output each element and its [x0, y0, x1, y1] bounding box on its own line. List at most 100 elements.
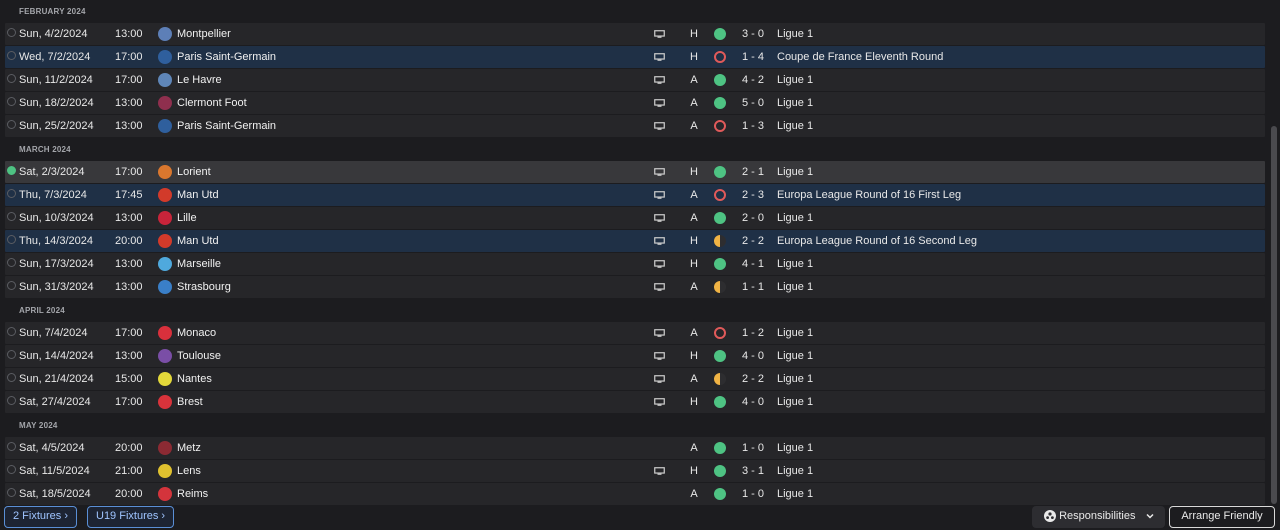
venue-indicator: A	[690, 442, 698, 454]
competition-name[interactable]: Ligue 1	[777, 207, 813, 229]
fixture-row[interactable]: Sun, 4/2/2024 13:00 Montpellier H 3 - 0 Ligue…	[5, 23, 1265, 45]
opponent-name[interactable]: Lorient	[177, 161, 211, 183]
check-icon[interactable]	[7, 51, 16, 60]
fixture-row[interactable]: Sat, 4/5/2024 20:00 Metz A 1 - 0 Ligue 1	[5, 437, 1265, 459]
competition-name[interactable]: Ligue 1	[777, 322, 813, 344]
match-score[interactable]: 1 - 0	[733, 437, 773, 459]
check-icon[interactable]	[7, 350, 16, 359]
competition-name[interactable]: Europa League Round of 16 Second Leg	[777, 230, 977, 252]
competition-name[interactable]: Europa League Round of 16 First Leg	[777, 184, 961, 206]
match-score[interactable]: 1 - 2	[733, 322, 773, 344]
match-score[interactable]: 2 - 2	[733, 230, 773, 252]
fixture-row[interactable]: Sun, 10/3/2024 13:00 Lille A 2 - 0 Ligue 1	[5, 207, 1265, 229]
opponent-name[interactable]: Monaco	[177, 322, 216, 344]
scrollbar-track[interactable]	[1270, 0, 1278, 505]
opponent-name[interactable]: Paris Saint-Germain	[177, 46, 276, 68]
opponent-name[interactable]: Brest	[177, 391, 203, 413]
opponent-name[interactable]: Man Utd	[177, 230, 219, 252]
match-score[interactable]: 1 - 4	[733, 46, 773, 68]
competition-name[interactable]: Ligue 1	[777, 253, 813, 275]
check-icon[interactable]	[7, 442, 16, 451]
check-icon[interactable]	[7, 373, 16, 382]
venue-indicator: A	[690, 212, 698, 224]
match-score[interactable]: 1 - 3	[733, 115, 773, 137]
check-icon[interactable]	[7, 465, 16, 474]
fixture-row[interactable]: Sun, 14/4/2024 13:00 Toulouse H 4 - 0 Ligue 1	[5, 345, 1265, 367]
opponent-name[interactable]: Clermont Foot	[177, 92, 247, 114]
opponent-name[interactable]: Metz	[177, 437, 201, 459]
responsibilities-button[interactable]: Responsibilities	[1032, 506, 1165, 528]
match-score[interactable]: 1 - 1	[733, 276, 773, 298]
opponent-name[interactable]: Man Utd	[177, 184, 219, 206]
match-score[interactable]: 4 - 0	[733, 345, 773, 367]
match-score[interactable]: 3 - 1	[733, 460, 773, 482]
fixture-row[interactable]: Thu, 14/3/2024 20:00 Man Utd H 2 - 2 Europa L…	[5, 230, 1265, 252]
check-icon[interactable]	[7, 189, 16, 198]
opponent-name[interactable]: Montpellier	[177, 23, 231, 45]
arrange-friendly-button[interactable]: Arrange Friendly	[1169, 506, 1275, 528]
fixture-row[interactable]: Sun, 31/3/2024 13:00 Strasbourg A 1 - 1 Ligue…	[5, 276, 1265, 298]
fixture-row[interactable]: Sat, 18/5/2024 20:00 Reims A 1 - 0 Ligue 1	[5, 483, 1265, 505]
match-score[interactable]: 4 - 2	[733, 69, 773, 91]
opponent-name[interactable]: Reims	[177, 483, 208, 505]
match-score[interactable]: 5 - 0	[733, 92, 773, 114]
competition-name[interactable]: Coupe de France Eleventh Round	[777, 46, 943, 68]
opponent-name[interactable]: Le Havre	[177, 69, 222, 91]
fixture-row[interactable]: Sat, 11/5/2024 21:00 Lens H 3 - 1 Ligue 1	[5, 460, 1265, 482]
match-score[interactable]: 3 - 0	[733, 23, 773, 45]
match-score[interactable]: 2 - 0	[733, 207, 773, 229]
fixture-row[interactable]: Sun, 11/2/2024 17:00 Le Havre A 4 - 2 Ligue 1	[5, 69, 1265, 91]
match-score[interactable]: 2 - 2	[733, 368, 773, 390]
opponent-name[interactable]: Lille	[177, 207, 197, 229]
competition-name[interactable]: Ligue 1	[777, 391, 813, 413]
fixture-row[interactable]: Sun, 25/2/2024 13:00 Paris Saint-Germain A 1…	[5, 115, 1265, 137]
check-icon[interactable]	[7, 28, 16, 37]
opponent-name[interactable]: Strasbourg	[177, 276, 231, 298]
check-icon[interactable]	[7, 97, 16, 106]
check-icon[interactable]	[7, 396, 16, 405]
opponent-name[interactable]: Marseille	[177, 253, 221, 275]
match-score[interactable]: 2 - 3	[733, 184, 773, 206]
competition-name[interactable]: Ligue 1	[777, 460, 813, 482]
check-icon[interactable]	[7, 166, 16, 175]
competition-name[interactable]: Ligue 1	[777, 437, 813, 459]
competition-name[interactable]: Ligue 1	[777, 276, 813, 298]
fixture-row[interactable]: Sat, 2/3/2024 17:00 Lorient H 2 - 1 Ligue 1	[5, 161, 1265, 183]
competition-name[interactable]: Ligue 1	[777, 69, 813, 91]
competition-name[interactable]: Ligue 1	[777, 483, 813, 505]
competition-name[interactable]: Ligue 1	[777, 115, 813, 137]
check-icon[interactable]	[7, 74, 16, 83]
competition-name[interactable]: Ligue 1	[777, 161, 813, 183]
club-badge-icon	[158, 211, 172, 225]
opponent-name[interactable]: Paris Saint-Germain	[177, 115, 276, 137]
fixture-row[interactable]: Sun, 21/4/2024 15:00 Nantes A 2 - 2 Ligue 1	[5, 368, 1265, 390]
opponent-name[interactable]: Lens	[177, 460, 201, 482]
fixture-row[interactable]: Thu, 7/3/2024 17:45 Man Utd A 2 - 3 Europa Le…	[5, 184, 1265, 206]
scrollbar-thumb[interactable]	[1271, 126, 1277, 504]
opponent-name[interactable]: Nantes	[177, 368, 212, 390]
match-score[interactable]: 1 - 0	[733, 483, 773, 505]
competition-name[interactable]: Ligue 1	[777, 345, 813, 367]
competition-name[interactable]: Ligue 1	[777, 23, 813, 45]
check-icon[interactable]	[7, 235, 16, 244]
fixture-row[interactable]: Sun, 18/2/2024 13:00 Clermont Foot A 5 - 0 Li…	[5, 92, 1265, 114]
fixture-row[interactable]: Sat, 27/4/2024 17:00 Brest H 4 - 0 Ligue 1	[5, 391, 1265, 413]
match-score[interactable]: 4 - 0	[733, 391, 773, 413]
fixtures-link-button[interactable]: 2 Fixtures ›	[4, 506, 78, 528]
check-icon[interactable]	[7, 488, 16, 497]
fixture-date: Thu, 7/3/2024	[19, 189, 87, 201]
check-icon[interactable]	[7, 281, 16, 290]
opponent-name[interactable]: Toulouse	[177, 345, 221, 367]
fixture-row[interactable]: Sun, 7/4/2024 17:00 Monaco A 1 - 2 Ligue 1	[5, 322, 1265, 344]
check-icon[interactable]	[7, 212, 16, 221]
check-icon[interactable]	[7, 327, 16, 336]
fixture-row[interactable]: Wed, 7/2/2024 17:00 Paris Saint-Germain H 1 …	[5, 46, 1265, 68]
check-icon[interactable]	[7, 120, 16, 129]
match-score[interactable]: 2 - 1	[733, 161, 773, 183]
competition-name[interactable]: Ligue 1	[777, 368, 813, 390]
competition-name[interactable]: Ligue 1	[777, 92, 813, 114]
fixture-row[interactable]: Sun, 17/3/2024 13:00 Marseille H 4 - 1 Ligue …	[5, 253, 1265, 275]
match-score[interactable]: 4 - 1	[733, 253, 773, 275]
check-icon[interactable]	[7, 258, 16, 267]
u19-fixtures-button[interactable]: U19 Fixtures ›	[87, 506, 175, 528]
